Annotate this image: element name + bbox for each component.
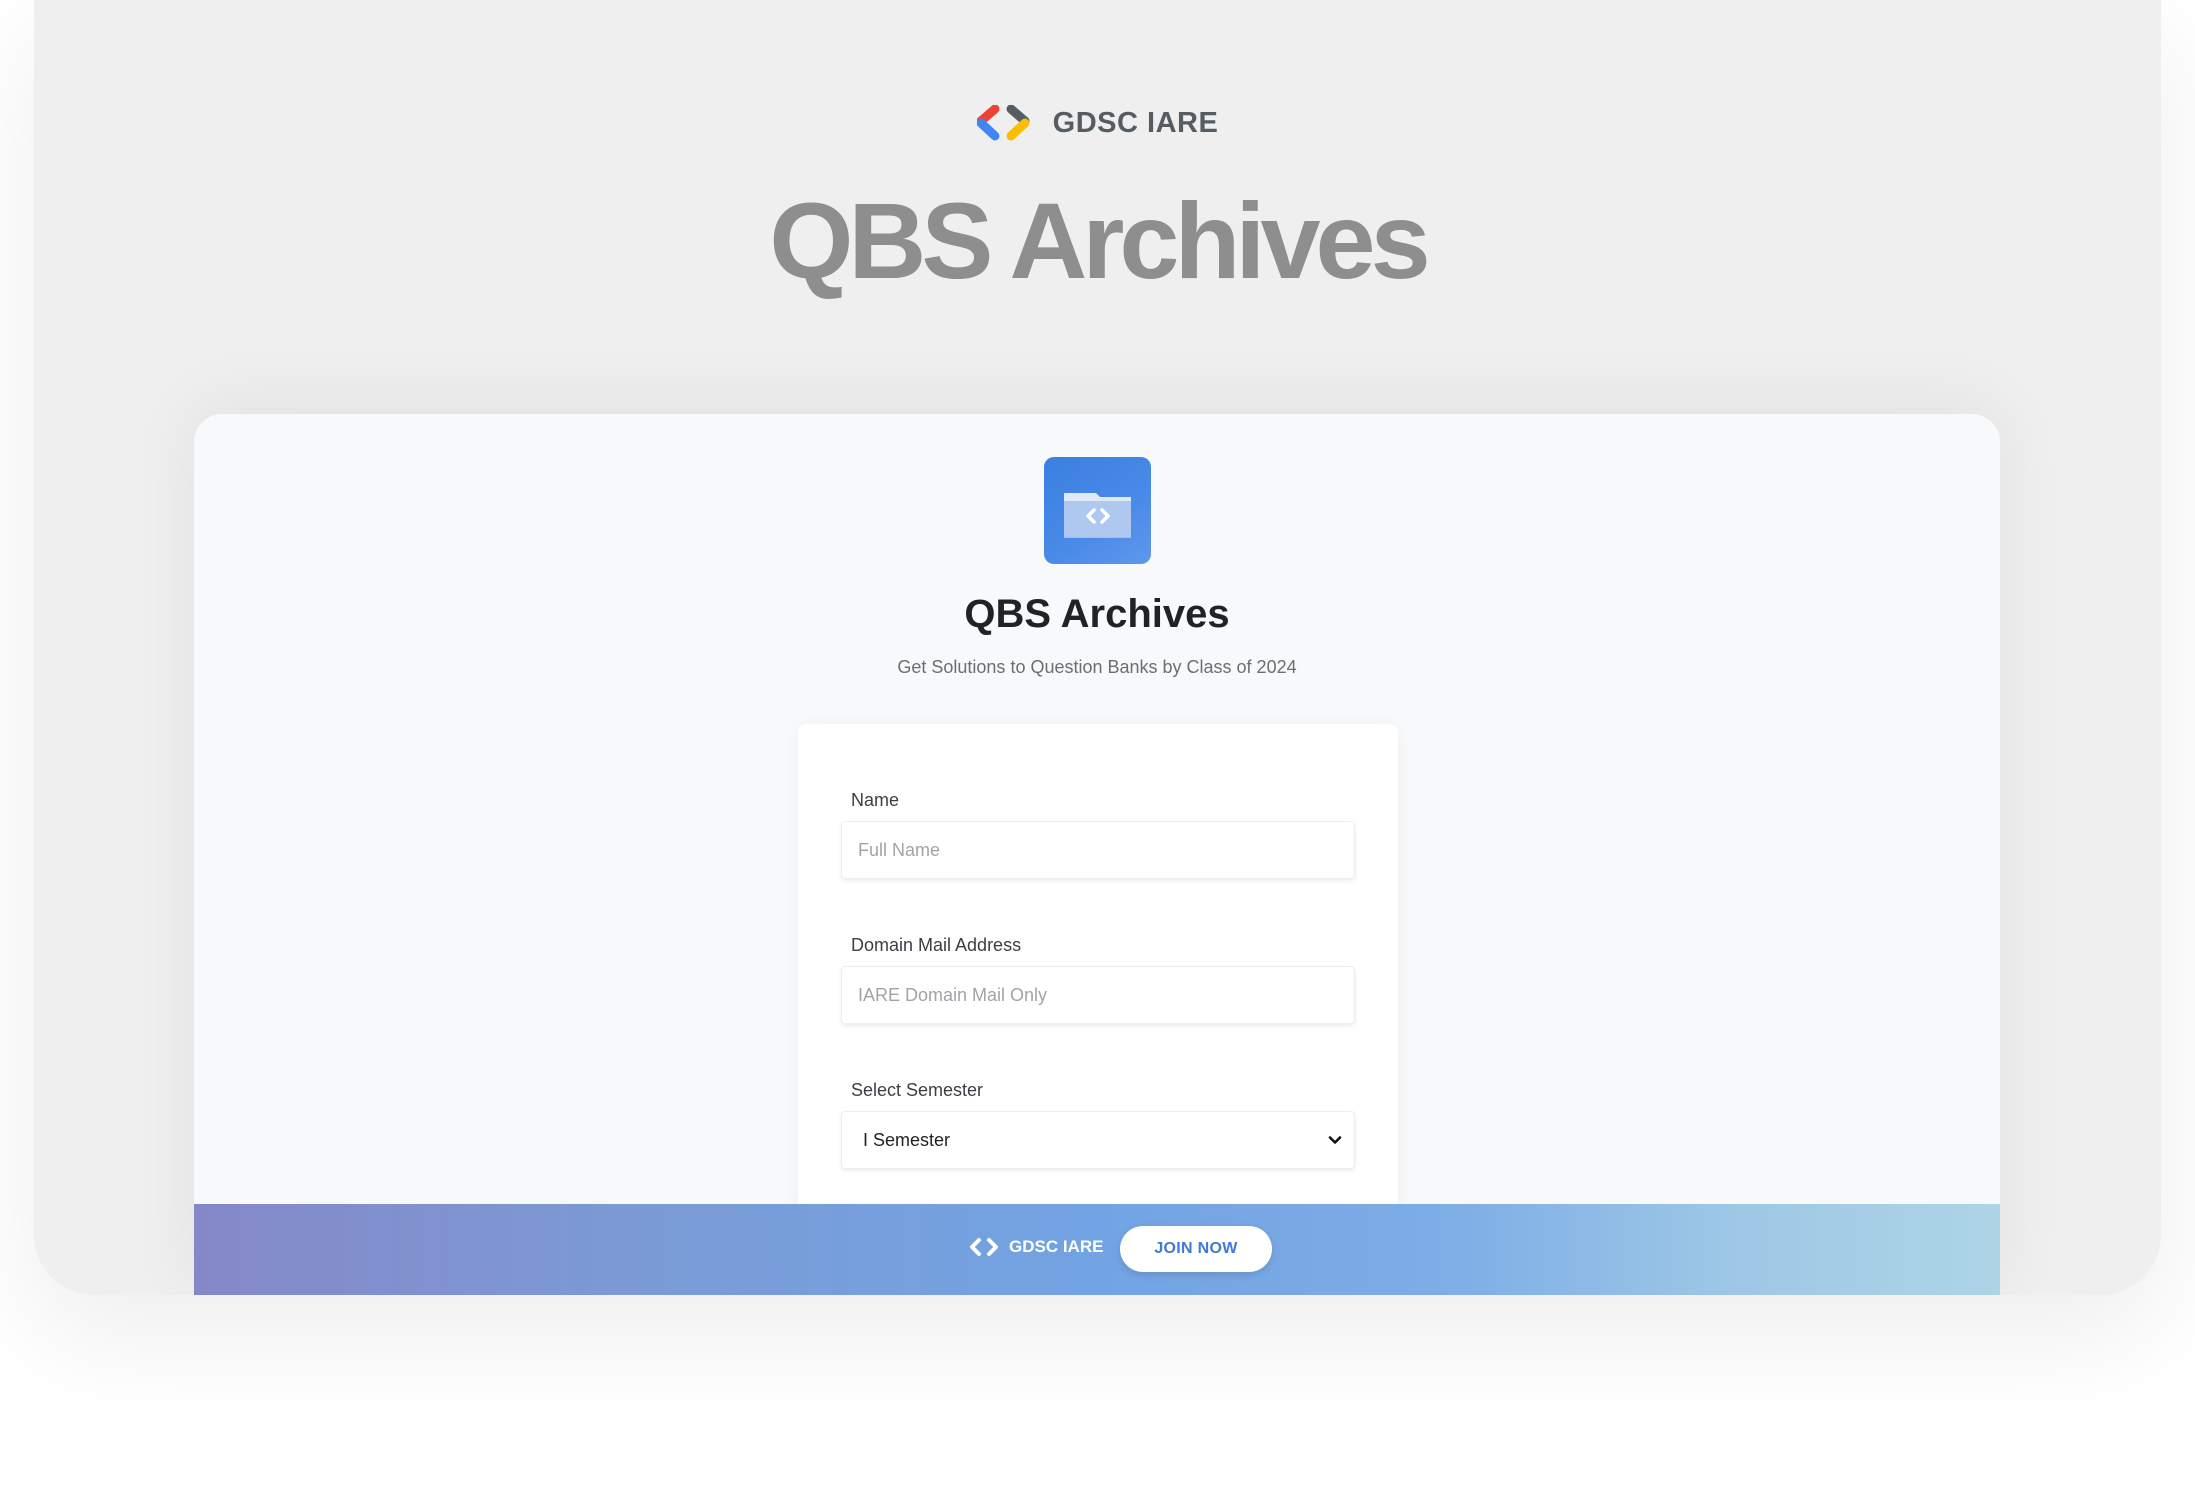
footer-brand-text: GDSC IARE bbox=[1009, 1237, 1104, 1256]
chevron-down-icon bbox=[1328, 1136, 1342, 1144]
mail-label: Domain Mail Address bbox=[851, 935, 1022, 955]
main-card: QBS Archives Get Solutions to Question B… bbox=[194, 414, 2000, 1295]
code-folder-icon bbox=[1044, 457, 1151, 564]
semester-selected-value: I Semester bbox=[863, 1129, 951, 1150]
gdsc-logo-white-icon bbox=[970, 1238, 998, 1256]
name-label: Name bbox=[851, 790, 900, 810]
signup-form: Name Domain Mail Address Select Semester… bbox=[798, 724, 1398, 1244]
join-now-button[interactable]: JOIN NOW bbox=[1120, 1226, 1272, 1272]
semester-label: Select Semester bbox=[851, 1080, 984, 1100]
card-subtitle: Get Solutions to Question Banks by Class… bbox=[897, 657, 1297, 677]
footer-banner: GDSC IARE JOIN NOW bbox=[194, 1204, 2000, 1295]
page-frame: GDSC IARE QBS Archives QBS Archives Get … bbox=[34, 0, 2161, 1295]
footer-brand: GDSC IARE bbox=[969, 1237, 1103, 1257]
semester-select[interactable]: I Semester bbox=[841, 1111, 1355, 1169]
name-input[interactable] bbox=[841, 821, 1355, 879]
top-brand: GDSC IARE bbox=[34, 105, 2161, 141]
hero-title: QBS Archives bbox=[769, 180, 1430, 301]
mail-input[interactable] bbox=[841, 966, 1355, 1024]
gdsc-logo-icon bbox=[976, 105, 1030, 141]
card-title: QBS Archives bbox=[964, 592, 1230, 636]
top-brand-text: GDSC IARE bbox=[1052, 106, 1219, 139]
